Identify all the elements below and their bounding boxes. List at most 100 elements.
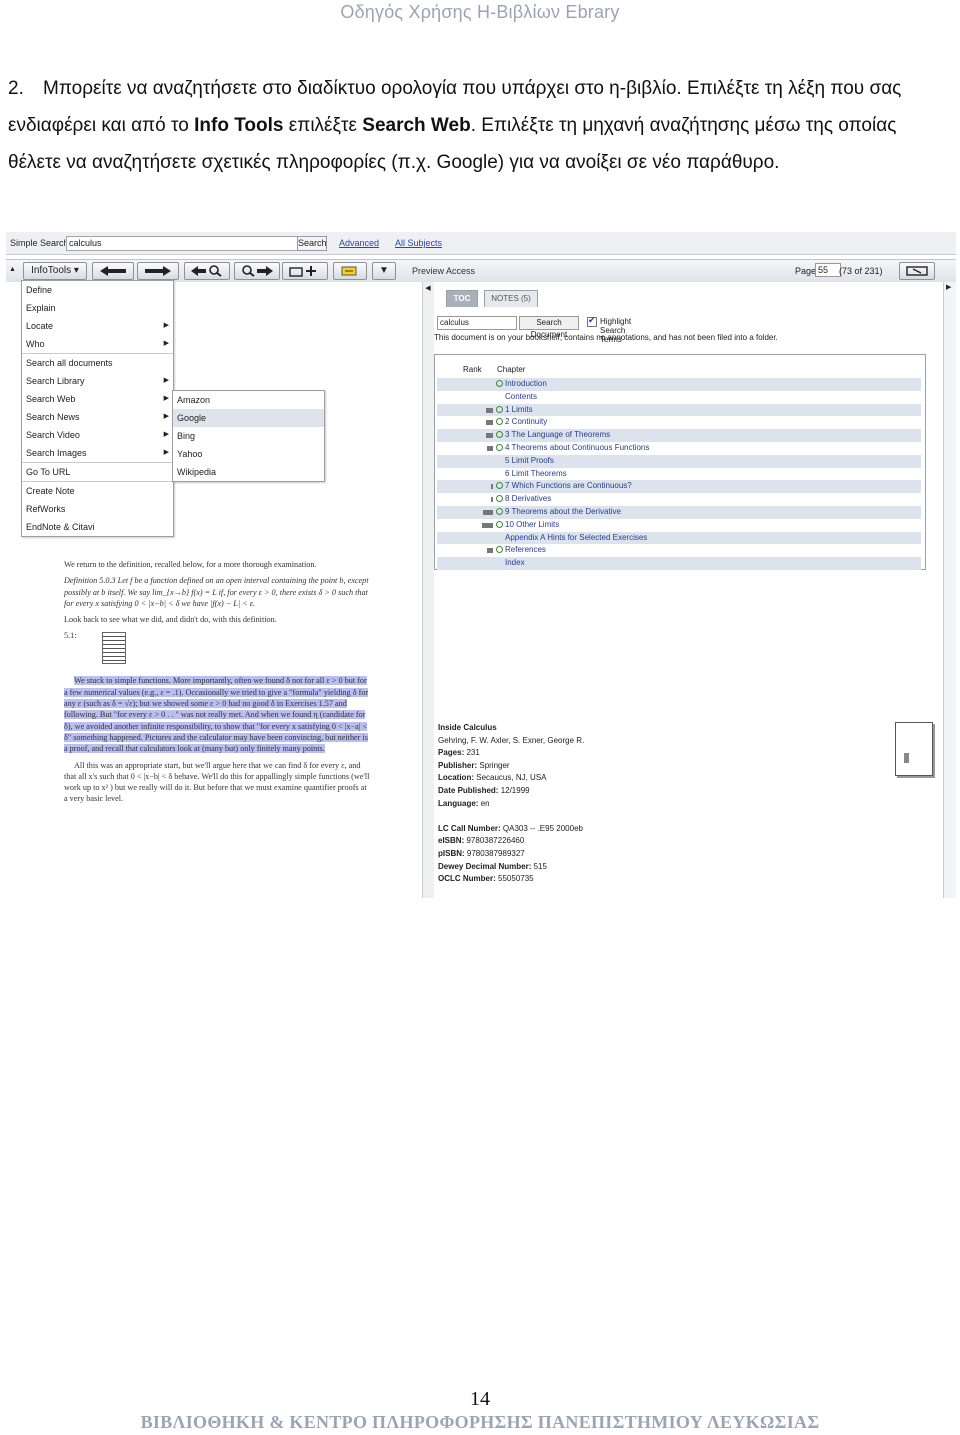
page-header: Οδηγός Χρήσης Η-Βιβλίων Ebrary <box>340 2 620 22</box>
toc-row[interactable]: 8 Derivatives <box>437 493 921 506</box>
toc-chapter-title[interactable]: 8 Derivatives <box>505 493 551 506</box>
submenu-item-google[interactable]: Google <box>173 409 324 427</box>
book-info-line <box>438 810 584 823</box>
toc-chapter-title[interactable]: 4 Theorems about Continuous Functions <box>505 442 649 455</box>
book-info-label: LC Call Number: <box>438 823 501 833</box>
menu-item-search-video[interactable]: Search Video ▶ <box>22 426 173 444</box>
toc-row[interactable]: 1 Limits <box>437 403 921 417</box>
menu-item-search-all-documents[interactable]: Search all documents <box>22 353 173 372</box>
pane-splitter[interactable]: ◀ <box>422 282 434 898</box>
toc-chapter-title[interactable]: 2 Continuity <box>505 416 547 429</box>
book-info-value: Secaucus, NJ, USA <box>476 773 547 783</box>
menu-item-search-library[interactable]: Search Library ▶ <box>22 372 173 390</box>
search-hit-icon[interactable] <box>496 380 503 387</box>
search-hit-icon[interactable] <box>496 431 503 439</box>
find-previous-icon[interactable] <box>184 262 230 280</box>
simple-search-input[interactable]: calculus <box>66 236 298 251</box>
menu-item-search-news[interactable]: Search News ▶ <box>22 408 173 426</box>
menu-item-define[interactable]: Define <box>22 281 173 299</box>
toc-row[interactable]: 4 Theorems about Continuous Functions <box>437 442 921 455</box>
bookshelf-add-icon[interactable] <box>282 262 328 280</box>
book-info-value: 515 <box>533 861 547 871</box>
find-next-icon[interactable] <box>234 262 280 280</box>
expand-arrow-icon: ▶ <box>946 284 952 291</box>
book-info-line: Pages: 231 <box>438 747 584 760</box>
highlight-icon[interactable] <box>333 262 367 280</box>
search-hit-icon[interactable] <box>496 418 503 426</box>
toc-row[interactable]: Index <box>437 557 921 570</box>
book-info-line: pISBN: 9780387989327 <box>438 848 584 861</box>
toc-row[interactable]: 10 Other Limits <box>437 519 921 532</box>
search-hit-icon[interactable] <box>496 495 503 503</box>
menu-item-search-images[interactable]: Search Images ▶ <box>22 444 173 462</box>
toc-chapter-title[interactable]: 10 Other Limits <box>505 519 559 532</box>
toc-chapter-title[interactable]: References <box>505 544 546 557</box>
menu-item-refworks[interactable]: RefWorks <box>22 500 173 518</box>
menu-item-search-web[interactable]: Search Web ▶ <box>22 390 173 408</box>
tab-notes[interactable]: NOTES (5) <box>484 290 538 307</box>
submenu-item-bing[interactable]: Bing <box>173 427 324 445</box>
toc-chapter-title[interactable]: Contents <box>505 391 537 404</box>
book-cover-thumbnail[interactable] <box>895 722 933 776</box>
menu-label: Search News <box>26 412 80 422</box>
search-hit-icon[interactable] <box>496 482 503 490</box>
book-info-value: 55050735 <box>498 874 534 884</box>
doc-look-back: Look back to see what we did, and didn't… <box>64 615 277 625</box>
toc-row[interactable]: Appendix A Hints for Selected Exercises <box>437 531 921 545</box>
doc-note-block: 5.1: <box>64 630 370 670</box>
search-button[interactable]: Search <box>297 236 327 251</box>
search-hit-icon[interactable] <box>496 520 503 528</box>
toc-row[interactable]: 6 Limit Theorems <box>437 468 921 481</box>
toc-chapter-title[interactable]: 6 Limit Theorems <box>505 468 567 481</box>
toc-row[interactable]: Contents <box>437 391 921 404</box>
note-icon[interactable] <box>102 631 126 664</box>
menu-item-locate[interactable]: Locate ▶ <box>22 317 173 335</box>
toc-row[interactable]: 3 The Language of Theorems <box>437 429 921 442</box>
toc-chapter-title[interactable]: Index <box>505 557 525 570</box>
all-subjects-link[interactable]: All Subjects <box>395 238 442 248</box>
submenu-label: Google <box>177 413 207 423</box>
toc-row[interactable]: 2 Continuity <box>437 416 921 429</box>
toc-row[interactable]: 9 Theorems about the Derivative <box>437 505 921 519</box>
search-document-button[interactable]: Search Document <box>519 316 579 339</box>
toc-chapter-title[interactable]: Introduction <box>505 378 547 391</box>
tab-toc[interactable]: TOC <box>446 290 478 307</box>
infotools-button[interactable]: InfoTools ▾ <box>23 262 87 280</box>
document-search-input[interactable]: calculus <box>437 316 517 330</box>
toc-chapter-title[interactable]: 3 The Language of Theorems <box>505 429 610 442</box>
doc-selected-text[interactable]: We stuck to simple functions. More impor… <box>64 675 370 754</box>
book-info-label: pISBN: <box>438 848 465 858</box>
toc-chapter-title[interactable]: 1 Limits <box>505 404 533 417</box>
page-input[interactable]: 55 <box>815 263 841 277</box>
menu-item-who[interactable]: Who ▶ <box>22 335 173 353</box>
forward-arrow-icon[interactable] <box>137 262 179 280</box>
side-panel-scrollbar[interactable]: ▶ <box>943 282 956 898</box>
toc-row[interactable]: 7 Which Functions are Continuous? <box>437 480 921 494</box>
collapse-arrow-icon[interactable]: ▲ <box>9 262 16 278</box>
submenu-item-yahoo[interactable]: Yahoo <box>173 445 324 463</box>
search-hit-icon[interactable] <box>496 443 503 451</box>
more-options-icon[interactable]: ▼ <box>372 262 396 280</box>
toc-row[interactable]: Introduction <box>437 378 921 391</box>
search-hit-icon[interactable] <box>496 507 503 515</box>
fullscreen-icon[interactable] <box>899 262 935 280</box>
highlight-checkbox[interactable] <box>587 315 597 327</box>
toc-chapter-title[interactable]: 9 Theorems about the Derivative <box>505 506 621 519</box>
toc-chapter-title[interactable]: Appendix A Hints for Selected Exercises <box>505 532 647 545</box>
menu-item-go-to-url[interactable]: Go To URL <box>22 462 173 481</box>
simple-search-bar: Simple Search: calculus Search Advanced … <box>6 232 956 255</box>
toc-chapter-title[interactable]: 5 Limit Proofs <box>505 455 554 468</box>
submenu-item-wikipedia[interactable]: Wikipedia <box>173 463 324 481</box>
toc-chapter-title[interactable]: 7 Which Functions are Continuous? <box>505 480 632 493</box>
menu-item-create-note[interactable]: Create Note <box>22 481 173 500</box>
search-hit-icon[interactable] <box>496 405 503 413</box>
menu-item-endnote[interactable]: EndNote & Citavi <box>22 518 173 536</box>
menu-item-explain[interactable]: Explain <box>22 299 173 317</box>
infotools-label: InfoTools <box>31 265 72 276</box>
toc-row[interactable]: References <box>437 544 921 557</box>
back-arrow-icon[interactable] <box>92 262 134 280</box>
advanced-link[interactable]: Advanced <box>339 238 379 248</box>
search-hit-icon[interactable] <box>496 546 503 554</box>
toc-row[interactable]: 5 Limit Proofs <box>437 454 921 468</box>
submenu-item-amazon[interactable]: Amazon <box>173 391 324 409</box>
